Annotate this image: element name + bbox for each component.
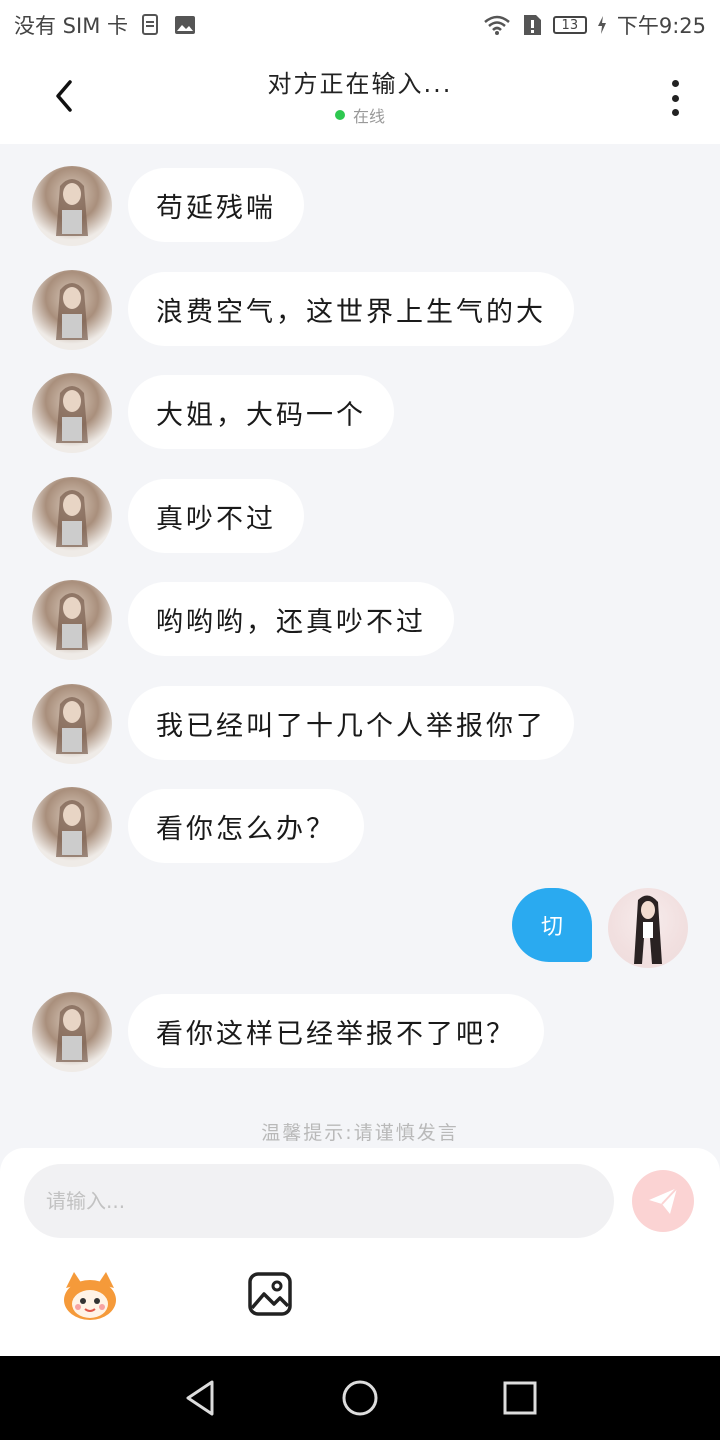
message-row: 苟延残喘	[0, 166, 720, 246]
warning-hint: 温馨提示:请谨慎发言	[261, 1122, 459, 1144]
page-title: 对方正在输入...	[267, 70, 453, 98]
battery-indicator: 13	[552, 16, 587, 34]
contact-avatar[interactable]	[32, 270, 112, 350]
message-input[interactable]	[24, 1164, 614, 1238]
alert-icon	[521, 13, 543, 37]
image-notification-icon	[174, 14, 196, 36]
my-avatar[interactable]	[608, 888, 688, 968]
more-vertical-icon	[671, 80, 679, 87]
clock-text: 下午9:25	[616, 14, 706, 38]
contact-avatar[interactable]	[32, 580, 112, 660]
message-row: 浪费空气，这世界上生气的大	[0, 270, 720, 350]
square-recents-icon	[503, 1381, 537, 1415]
status-bar: 没有 SIM 卡 13 下午9:25	[0, 0, 720, 50]
message-bubble[interactable]: 苟延残喘	[128, 168, 304, 242]
circle-home-icon	[342, 1380, 378, 1416]
message-row: 看你这样已经举报不了吧？	[0, 992, 720, 1072]
my-message-bubble[interactable]: 切	[512, 888, 592, 962]
more-options-button[interactable]	[660, 76, 690, 120]
contact-avatar[interactable]	[32, 992, 112, 1072]
message-row: 我已经叫了十几个人举报你了	[0, 684, 720, 764]
chat-header: 对方正在输入... 在线	[0, 50, 720, 144]
message-row: 真吵不过	[0, 477, 720, 557]
nav-home-button[interactable]	[330, 1368, 390, 1428]
nav-back-button[interactable]	[170, 1368, 230, 1428]
charging-icon	[597, 16, 607, 34]
message-row: 大姐，大码一个	[0, 373, 720, 453]
contact-avatar[interactable]	[32, 477, 112, 557]
nav-recents-button[interactable]	[490, 1368, 550, 1428]
system-nav-bar	[0, 1356, 720, 1440]
message-row: 哟哟哟，还真吵不过	[0, 580, 720, 660]
online-status: 在线	[0, 103, 720, 127]
paper-plane-icon	[649, 1187, 678, 1214]
message-bubble[interactable]: 真吵不过	[128, 479, 304, 553]
contact-avatar[interactable]	[32, 787, 112, 867]
image-picker-button[interactable]	[246, 1270, 294, 1318]
message-bubble[interactable]: 大姐，大码一个	[128, 375, 394, 449]
message-list[interactable]: 苟延残喘 浪费空气，这世界上生气的大 大姐，大码一个 真吵不过 哟哟哟，还真吵不…	[0, 144, 720, 1148]
contact-avatar[interactable]	[32, 166, 112, 246]
document-icon	[140, 13, 162, 37]
message-bubble[interactable]: 浪费空气，这世界上生气的大	[128, 272, 574, 346]
emoji-mascot-icon	[64, 1272, 116, 1320]
contact-avatar[interactable]	[32, 684, 112, 764]
message-row: 看你怎么办？	[0, 787, 720, 867]
online-dot-icon	[334, 110, 345, 120]
image-icon	[248, 1272, 292, 1316]
wifi-icon	[483, 14, 511, 36]
header-center: 对方正在输入... 在线	[0, 64, 720, 127]
message-row-mine: 切	[0, 888, 720, 968]
send-button[interactable]	[632, 1170, 694, 1232]
online-status-label: 在线	[352, 107, 385, 126]
input-panel	[0, 1148, 720, 1356]
contact-avatar[interactable]	[32, 373, 112, 453]
message-bubble[interactable]: 看你这样已经举报不了吧？	[128, 994, 544, 1068]
carrier-text: 没有 SIM 卡	[14, 14, 128, 38]
triangle-back-icon	[186, 1380, 214, 1416]
message-bubble[interactable]: 哟哟哟，还真吵不过	[128, 582, 454, 656]
message-bubble[interactable]: 我已经叫了十几个人举报你了	[128, 686, 574, 760]
message-bubble[interactable]: 看你怎么办？	[128, 789, 364, 863]
emoji-button[interactable]	[60, 1268, 120, 1324]
